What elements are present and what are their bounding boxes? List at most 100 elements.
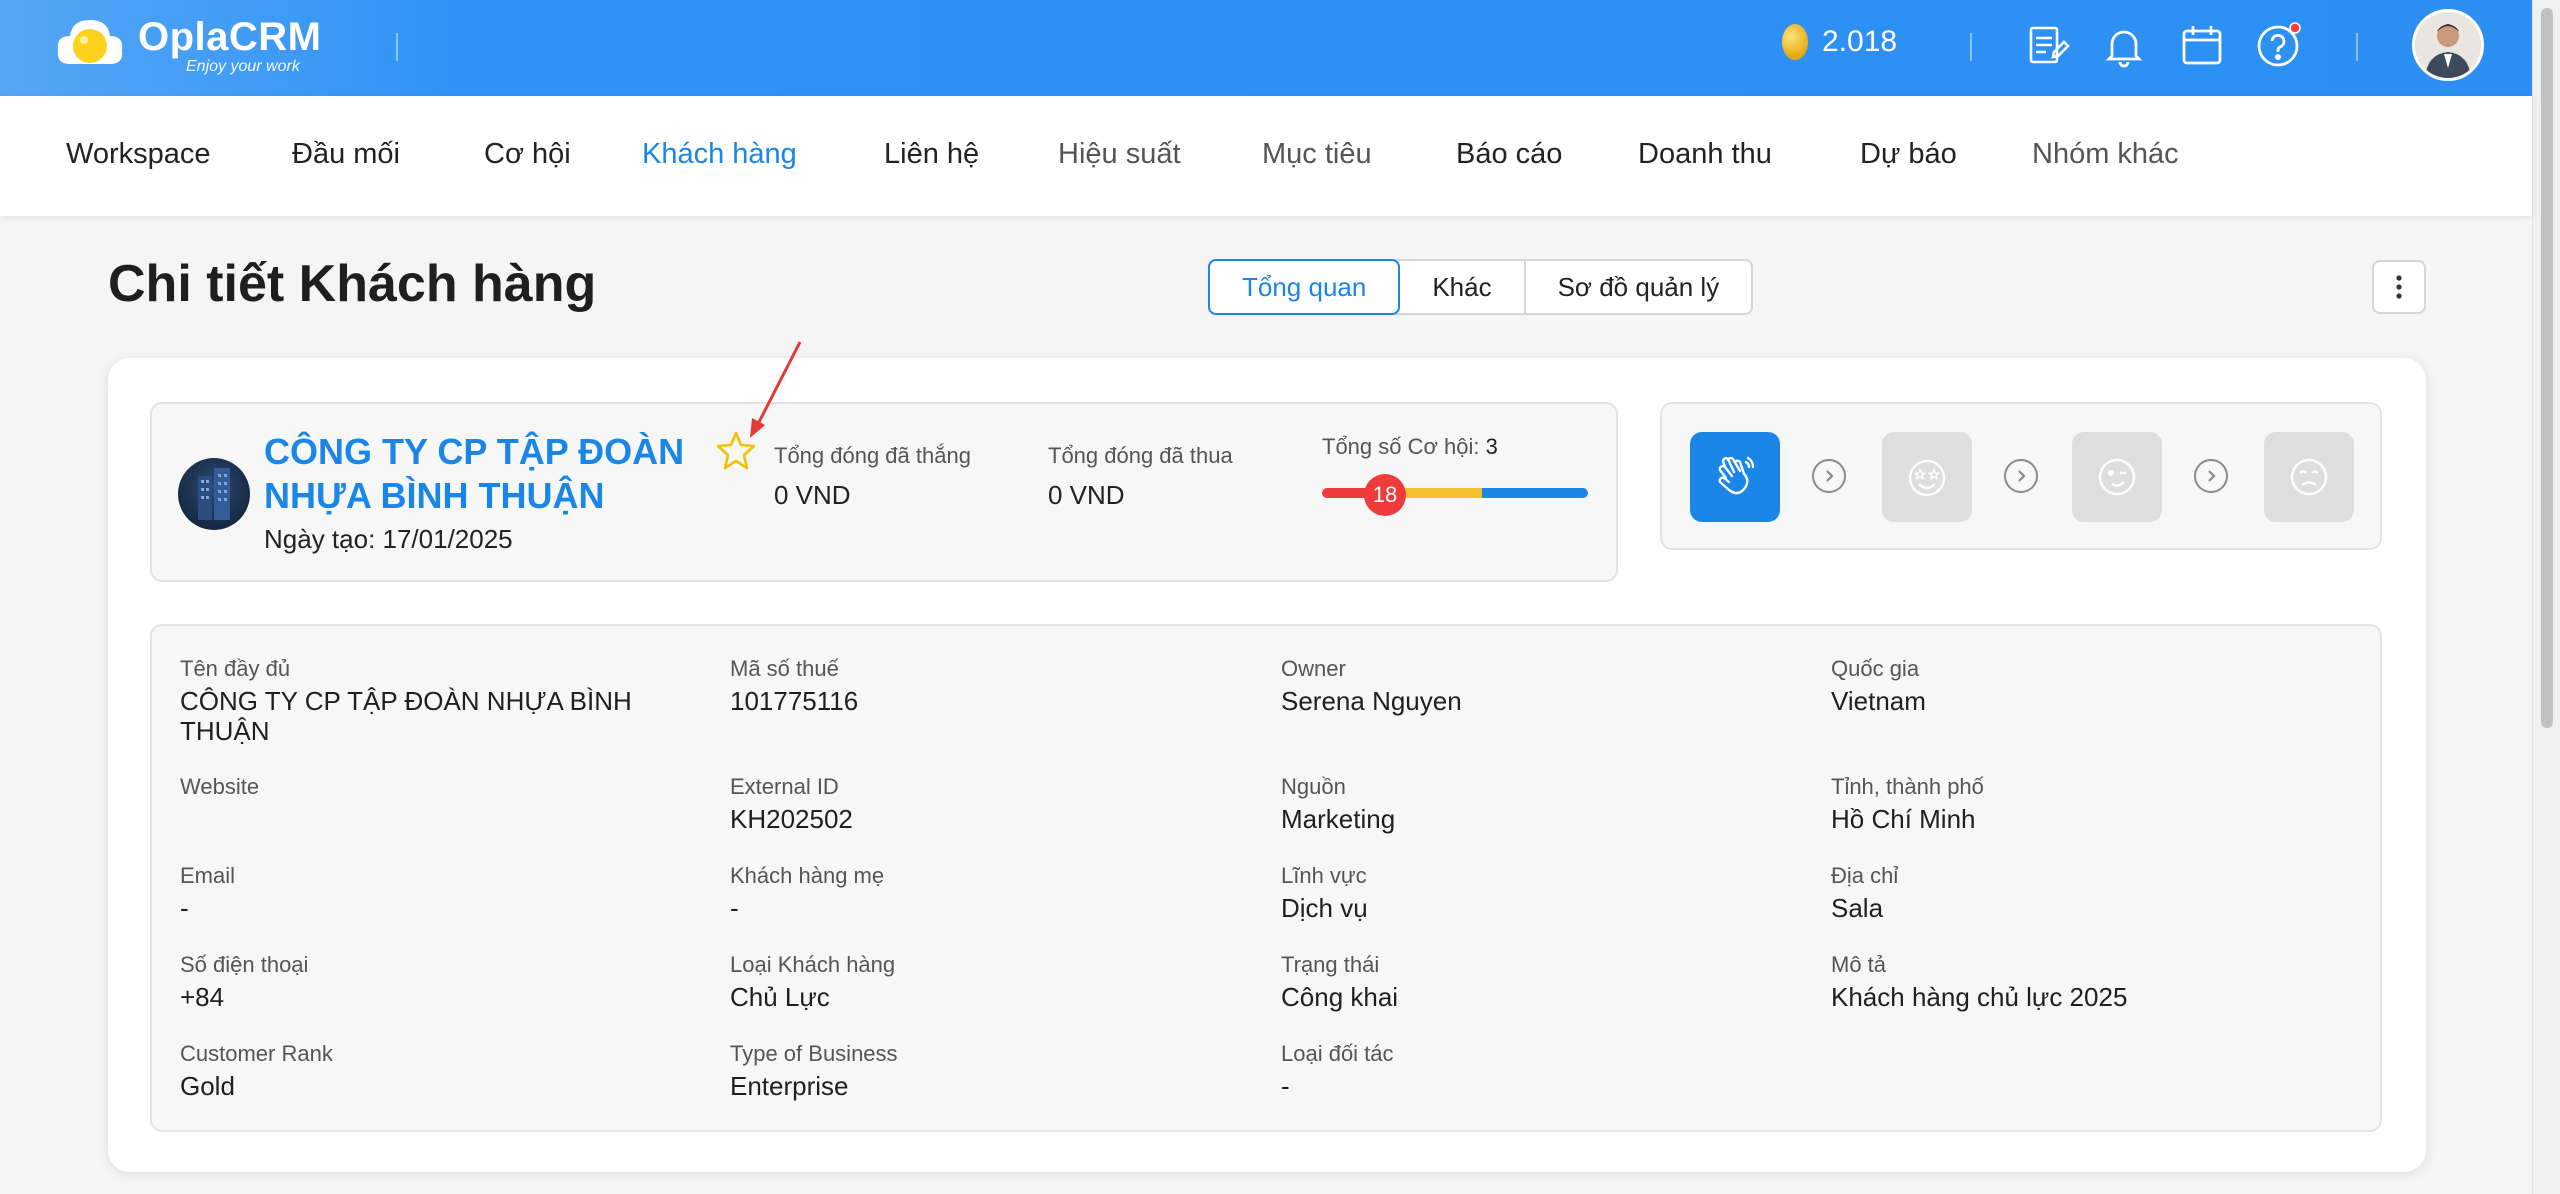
field-country-label: Quốc gia xyxy=(1831,656,1920,681)
field-industry-label: Lĩnh vực xyxy=(1281,863,1367,888)
coin-icon xyxy=(1782,24,1808,60)
field-status-value: Công khai xyxy=(1281,982,1399,1012)
field-tax-code-value: 101775116 xyxy=(730,686,859,716)
field-city-value: Hồ Chí Minh xyxy=(1831,804,1976,834)
field-industry-value: Dịch vụ xyxy=(1281,893,1368,923)
nav-item-opportunities[interactable]: Cơ hội xyxy=(484,138,571,171)
field-address-label: Địa chỉ xyxy=(1831,863,1899,888)
opportunity-count-label: Tổng số Cơ hội: xyxy=(1322,434,1480,459)
company-avatar xyxy=(178,458,250,530)
nav-item-leads[interactable]: Đầu mối xyxy=(292,138,400,171)
field-customer-rank-value: Gold xyxy=(180,1071,235,1101)
opportunity-progress-bar xyxy=(1322,488,1588,498)
help-icon[interactable] xyxy=(2254,22,2302,70)
field-source-label: Nguồn xyxy=(1281,774,1346,799)
field-status-label: Trạng thái xyxy=(1281,952,1380,977)
field-business-type-value: Enterprise xyxy=(730,1071,849,1101)
favorite-star-icon[interactable] xyxy=(716,430,756,470)
field-customer-rank-label: Customer Rank xyxy=(180,1041,333,1066)
field-tax-code-label: Mã số thuế xyxy=(730,656,839,681)
field-country-value: Vietnam xyxy=(1831,686,1926,716)
field-description-label: Mô tả xyxy=(1831,952,1887,977)
field-city-label: Tỉnh, thành phố xyxy=(1831,774,1984,799)
field-external-id-label: External ID xyxy=(730,774,839,799)
field-email-value: - xyxy=(180,893,189,923)
nav-item-goals[interactable]: Mục tiêu xyxy=(1262,138,1372,171)
lost-total-value: 0 VND xyxy=(1048,480,1125,510)
field-phone-value: +84 xyxy=(180,982,225,1012)
star-eyes-face-icon xyxy=(1908,459,1946,497)
field-owner-value: Serena Nguyen xyxy=(1281,686,1462,716)
won-total-value: 0 VND xyxy=(774,480,851,510)
scrollbar-thumb[interactable] xyxy=(2541,8,2553,728)
view-tabs: Tổng quan Khác Sơ đồ quản lý xyxy=(1208,259,1754,315)
chevron-right-icon xyxy=(2194,459,2228,493)
brand-name: OplaCRM xyxy=(138,15,322,59)
company-name: CÔNG TY CP TẬP ĐOÀN NHỰA BÌNH THUẬN xyxy=(264,430,704,518)
divider xyxy=(396,33,398,61)
coin-balance[interactable]: 2.018 xyxy=(1782,24,1897,60)
nav-item-performance[interactable]: Hiệu suất xyxy=(1058,138,1181,171)
calendar-icon[interactable] xyxy=(2178,22,2226,70)
coin-count: 2.018 xyxy=(1822,25,1898,58)
chevron-right-icon xyxy=(2004,459,2038,493)
field-business-type-label: Type of Business xyxy=(730,1041,898,1066)
field-partner-type-value: - xyxy=(1281,1071,1290,1101)
progress-segment xyxy=(1481,488,1588,498)
lost-total-label: Tổng đóng đã thua xyxy=(1048,443,1233,468)
company-name-line-1: CÔNG TY CP TẬP ĐOÀN xyxy=(264,431,685,472)
main-nav: Workspace Đầu mối Cơ hội Khách hàng Liên… xyxy=(0,96,2532,216)
report-icon[interactable] xyxy=(2024,22,2072,70)
tab-overview[interactable]: Tổng quan xyxy=(1208,259,1401,315)
created-date: Ngày tạo: 17/01/2025 xyxy=(264,524,513,554)
field-parent-customer-value: - xyxy=(730,893,739,923)
nav-item-customers[interactable]: Khách hàng xyxy=(642,138,797,171)
wink-face-icon xyxy=(2098,458,2136,496)
more-options-button[interactable] xyxy=(2372,260,2426,314)
stage-sad-face[interactable] xyxy=(2264,432,2354,522)
divider xyxy=(1970,33,1972,61)
top-bar: OplaCRM Enjoy your work 2.018 xyxy=(0,0,2532,96)
stage-wave-hand[interactable] xyxy=(1690,432,1780,522)
chevron-right-icon xyxy=(1812,459,1846,493)
field-website-label: Website xyxy=(180,774,260,799)
opportunity-count: Tổng số Cơ hội: 3 xyxy=(1322,434,1498,460)
field-owner-label: Owner xyxy=(1281,656,1346,681)
nav-item-contacts[interactable]: Liên hệ xyxy=(884,138,979,171)
bell-icon[interactable] xyxy=(2100,22,2148,70)
field-parent-customer-label: Khách hàng mẹ xyxy=(730,863,885,888)
field-external-id-value: KH202502 xyxy=(730,804,853,834)
kebab-menu-icon xyxy=(2396,275,2402,299)
logo-mark-icon xyxy=(50,6,130,86)
field-phone-label: Số điện thoại xyxy=(180,952,309,977)
sad-face-icon xyxy=(2290,458,2328,496)
company-name-line-2: NHỰA BÌNH THUẬN xyxy=(264,475,605,516)
field-customer-type-value: Chủ Lực xyxy=(730,982,830,1012)
brand-tagline: Enjoy your work xyxy=(186,58,300,75)
page-title: Chi tiết Khách hàng xyxy=(108,255,597,313)
field-email-label: Email xyxy=(180,863,236,888)
tab-org-chart[interactable]: Sơ đồ quản lý xyxy=(1526,261,1752,313)
opportunity-count-value: 3 xyxy=(1485,434,1498,459)
nav-item-reports[interactable]: Báo cáo xyxy=(1456,138,1562,171)
divider xyxy=(2356,33,2358,61)
nav-item-workspace[interactable]: Workspace xyxy=(66,138,211,171)
nav-item-forecast[interactable]: Dự báo xyxy=(1860,138,1957,171)
field-full-name-label: Tên đầy đủ xyxy=(180,656,291,681)
nav-item-other-groups[interactable]: Nhóm khác xyxy=(2032,138,2179,171)
stage-wink-face[interactable] xyxy=(2072,432,2162,522)
field-partner-type-label: Loại đối tác xyxy=(1281,1041,1394,1066)
field-address-value: Sala xyxy=(1831,893,1884,923)
progress-badge: 18 xyxy=(1364,474,1406,516)
field-customer-type-label: Loại Khách hàng xyxy=(730,952,896,977)
field-source-value: Marketing xyxy=(1281,804,1396,834)
stage-star-eyes[interactable] xyxy=(1882,432,1972,522)
wave-hand-icon xyxy=(1718,456,1755,495)
user-avatar[interactable] xyxy=(2412,9,2484,81)
logo[interactable]: OplaCRM Enjoy your work xyxy=(50,6,322,86)
tab-other[interactable]: Khác xyxy=(1400,261,1526,313)
page-scrollbar[interactable] xyxy=(2532,0,2560,1194)
nav-item-revenue[interactable]: Doanh thu xyxy=(1638,138,1772,171)
won-total-label: Tổng đóng đã thắng xyxy=(774,443,971,468)
field-description-value: Khách hàng chủ lực 2025 xyxy=(1831,982,2128,1012)
